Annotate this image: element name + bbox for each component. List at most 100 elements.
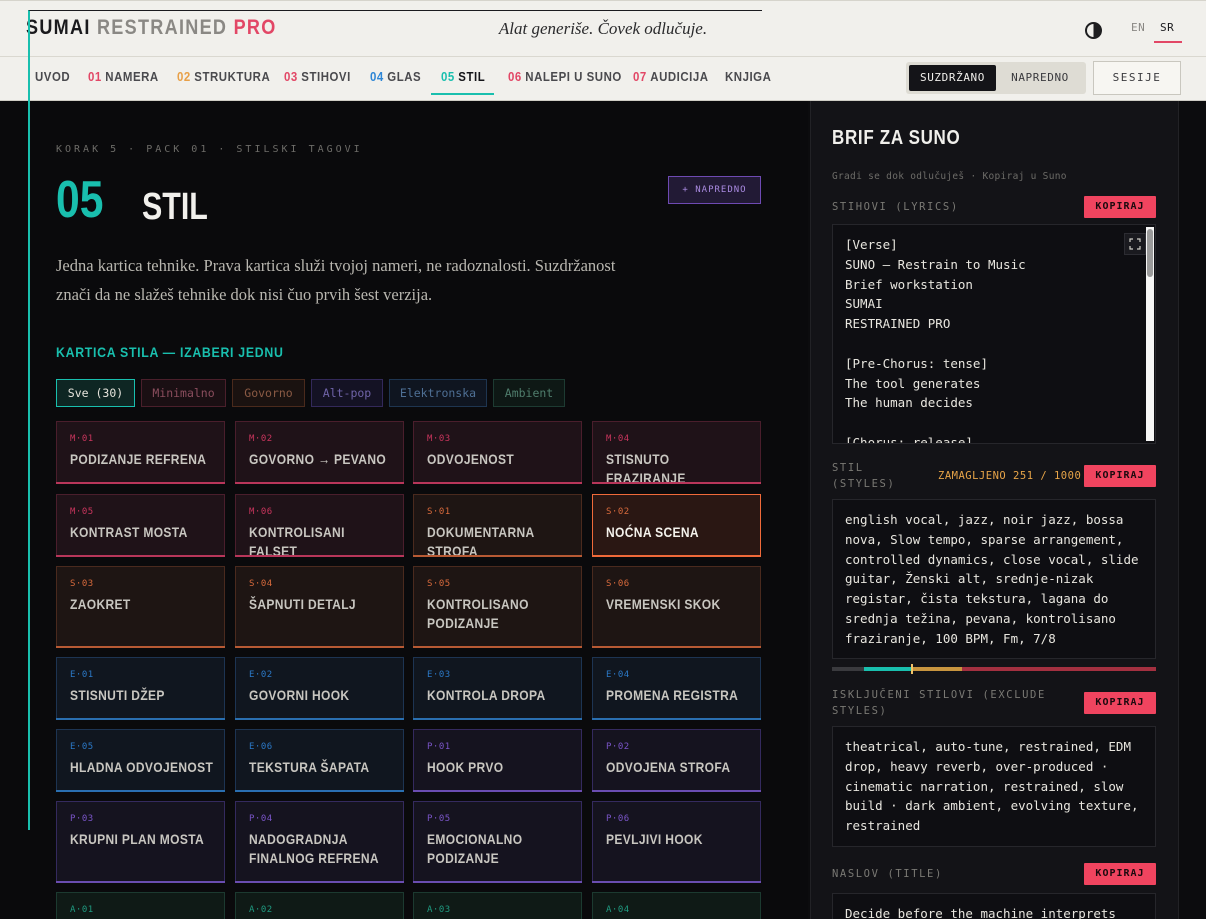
meter-seg-3 [912, 667, 962, 671]
style-card-code: E·02 [249, 670, 273, 680]
style-card[interactable]: E·01 STISNUTI DŽEP [56, 657, 225, 720]
style-card-code: E·01 [70, 670, 94, 680]
filter-chip-minimal[interactable]: Minimalno [141, 379, 226, 407]
lang-sr-button[interactable]: SR [1160, 21, 1174, 34]
advanced-button[interactable]: + NAPREDNO [668, 176, 761, 204]
style-card[interactable]: A·02 [235, 892, 404, 919]
copy-style-button[interactable]: KOPIRAJ [1084, 465, 1156, 487]
copy-title-button[interactable]: KOPIRAJ [1084, 863, 1156, 885]
style-card-accent [235, 790, 404, 792]
style-card[interactable]: E·03 KONTROLA DROPA [413, 657, 582, 720]
copy-lyrics-button[interactable]: KOPIRAJ [1084, 196, 1156, 218]
style-card-code: E·03 [427, 670, 451, 680]
style-char-count: ZAMAGLJENO 251 / 1000 [938, 470, 1081, 482]
style-card-name: HOOK PRVO [427, 759, 504, 775]
style-card-name: ŠAPNUTI DETALJ [249, 596, 356, 612]
style-card-name: VREMENSKI SKOK [606, 596, 721, 612]
style-card-accent [56, 881, 225, 883]
style-card-accent [413, 881, 582, 883]
style-card[interactable]: P·02 ODVOJENA STROFA [592, 729, 761, 792]
lang-en-button[interactable]: EN [1131, 21, 1145, 34]
title-label: NASLOV (TITLE) [832, 868, 943, 880]
style-textarea[interactable]: english vocal, jazz, noir jazz, bossa no… [832, 499, 1156, 659]
style-card[interactable]: E·05 HLADNA ODVOJENOST [56, 729, 225, 792]
style-card[interactable]: P·01 HOOK PRVO [413, 729, 582, 792]
brief-title: BRIF ZA SUNO [832, 127, 961, 149]
style-count: 251 / 1000 [1013, 470, 1082, 482]
mode-restrained-button[interactable]: SUZDRŽANO [909, 65, 996, 91]
style-card[interactable]: M·04 STISNUTO FRAZIRANJE [592, 421, 761, 486]
copy-exclude-button[interactable]: KOPIRAJ [1084, 692, 1156, 714]
style-card[interactable]: S·01 DOKUMENTARNA STROFA [413, 494, 582, 559]
style-card[interactable]: S·04 ŠAPNUTI DETALJ [235, 566, 404, 648]
filter-chip-ambient[interactable]: Ambient [493, 379, 565, 407]
style-card-accent [56, 482, 225, 484]
style-card[interactable]: M·05 KONTRAST MOSTA [56, 494, 225, 557]
style-card[interactable]: P·05 EMOCIONALNO PODIZANJE [413, 801, 582, 883]
style-card-name: KONTROLISANO PODIZANJE [427, 596, 529, 631]
style-card[interactable]: E·02 GOVORNI HOOK [235, 657, 404, 720]
style-card-code: S·02 [606, 507, 630, 517]
style-card[interactable]: M·02 GOVORNO → PEVANO [235, 421, 404, 484]
contrast-icon[interactable] [1085, 22, 1102, 39]
style-card-name: KRUPNI PLAN MOSTA [70, 831, 205, 847]
mode-advanced-button[interactable]: NAPREDNO [997, 65, 1083, 91]
style-card-code: A·02 [249, 905, 273, 915]
style-card-code: S·03 [70, 579, 94, 589]
style-card[interactable]: S·03 ZAOKRET [56, 566, 225, 648]
mode-toggle: SUZDRŽANO NAPREDNO [906, 62, 1086, 94]
title-input[interactable]: Decide before the machine interprets [832, 893, 1156, 919]
style-card-accent [592, 881, 761, 883]
style-status: ZAMAGLJENO [938, 470, 1007, 482]
meter-marker [911, 664, 913, 674]
style-card[interactable]: A·04 [592, 892, 761, 919]
style-card-name: ODVOJENOST [427, 451, 515, 467]
style-card-accent [235, 482, 404, 484]
style-card-name: KONTRAST MOSTA [70, 524, 188, 540]
style-card-code: P·03 [70, 814, 94, 824]
style-card-accent [592, 482, 761, 484]
style-card-name: ZAOKRET [70, 596, 131, 612]
style-card-name: PEVLJIVI HOOK [606, 831, 703, 847]
filter-chip-spoken[interactable]: Govorno [232, 379, 305, 407]
style-card-code: S·01 [427, 507, 451, 517]
sessions-button[interactable]: SESIJE [1093, 61, 1181, 95]
style-card[interactable]: P·03 KRUPNI PLAN MOSTA [56, 801, 225, 883]
style-card[interactable]: P·04 NADOGRADNJA FINALNOG REFRENA [235, 801, 404, 883]
style-card-code: M·06 [249, 507, 273, 517]
style-card[interactable]: A·03 [413, 892, 582, 919]
style-card[interactable]: M·03 ODVOJENOST [413, 421, 582, 484]
style-card-code: P·06 [606, 814, 630, 824]
style-card[interactable]: S·02 NOĆNA SCENA [592, 494, 761, 557]
expand-icon[interactable] [1124, 233, 1146, 255]
expand-icon-glyph [1129, 238, 1141, 250]
style-card[interactable]: P·06 PEVLJIVI HOOK [592, 801, 761, 883]
lyrics-textarea[interactable]: [Verse] SUNO — Restrain to Music Brief w… [832, 224, 1156, 444]
style-card-code: P·01 [427, 742, 451, 752]
style-card-accent [56, 555, 225, 557]
style-card-name: PODIZANJE REFRENA [70, 451, 207, 467]
style-card[interactable]: E·04 PROMENA REGISTRA [592, 657, 761, 720]
style-card-code: P·04 [249, 814, 273, 824]
lyrics-scroll-thumb[interactable] [1147, 229, 1153, 277]
style-card-code: P·05 [427, 814, 451, 824]
style-card[interactable]: M·01 PODIZANJE REFRENA [56, 421, 225, 484]
filter-chip-all[interactable]: Sve (30) [56, 379, 135, 407]
style-card-accent [235, 881, 404, 883]
style-card-accent [592, 790, 761, 792]
style-card-accent [592, 718, 761, 720]
style-card[interactable]: A·01 [56, 892, 225, 919]
style-card[interactable]: E·06 TEKSTURA ŠAPATA [235, 729, 404, 792]
style-card-code: A·03 [427, 905, 451, 915]
style-card-code: S·04 [249, 579, 273, 589]
style-card[interactable]: S·05 KONTROLISANO PODIZANJE [413, 566, 582, 648]
filter-chip-altpop[interactable]: Alt-pop [311, 379, 383, 407]
page-title: STIL [142, 186, 208, 228]
style-card[interactable]: S·06 VREMENSKI SKOK [592, 566, 761, 648]
style-card-name: GOVORNI HOOK [249, 687, 350, 703]
style-card[interactable]: M·06 KONTROLISANI FALSET [235, 494, 404, 559]
style-card-name: ODVOJENA STROFA [606, 759, 731, 775]
filter-chip-electronic[interactable]: Elektronska [389, 379, 487, 407]
style-label: STIL (STYLES) [832, 462, 896, 490]
exclude-textarea[interactable]: theatrical, auto-tune, restrained, EDM d… [832, 726, 1156, 847]
